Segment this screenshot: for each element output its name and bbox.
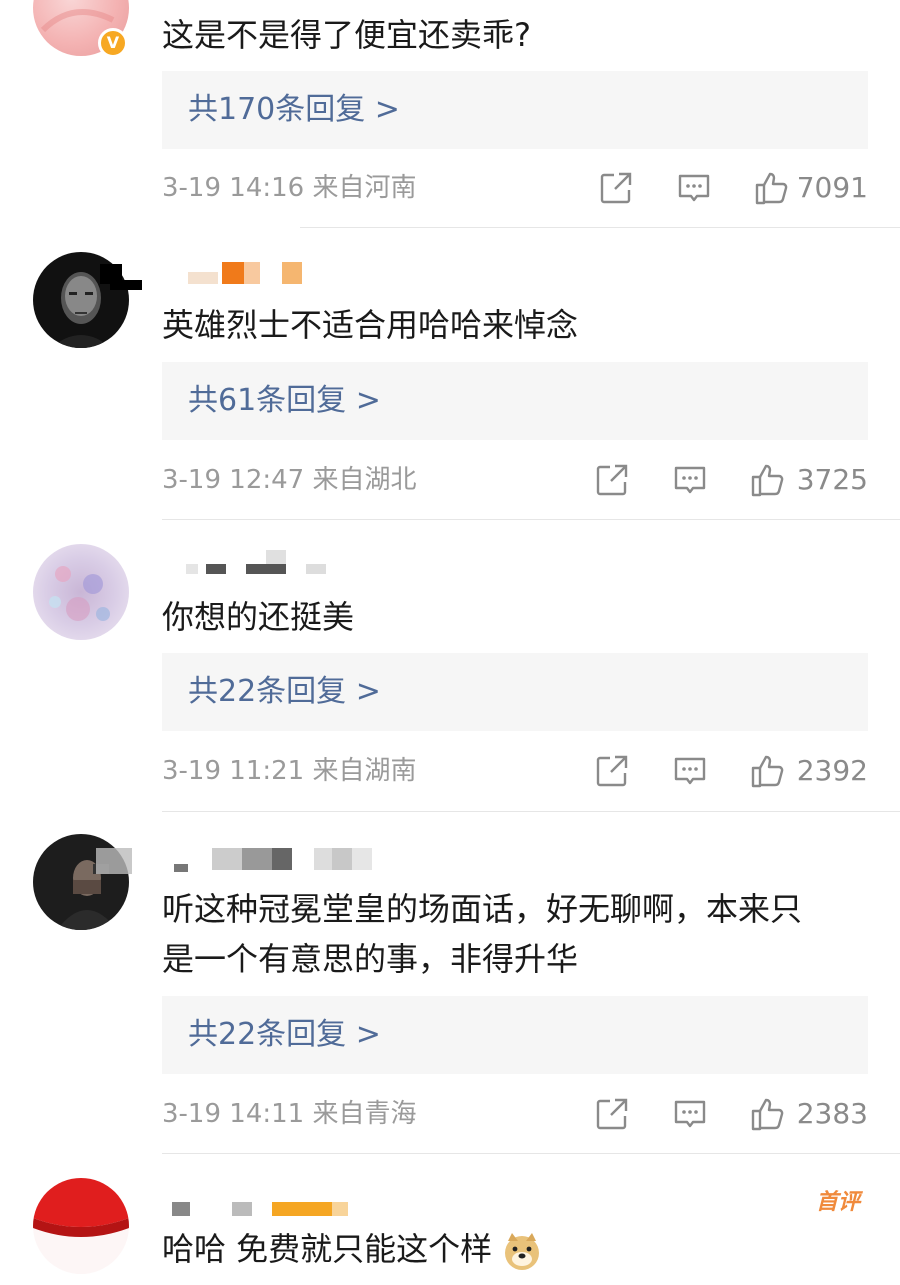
like-count: 7091 xyxy=(796,171,868,204)
comment-item: 听这种冠冕堂皇的场面话，好无聊啊，本来只 是一个有意思的事，非得升华 共22条回… xyxy=(0,812,900,1154)
comment-item: V 这是不是得了便宜还卖乖? 共170条回复 > 3-19 14:16 来自河南… xyxy=(0,0,900,228)
like-count: 2392 xyxy=(796,754,868,787)
username-pixelated[interactable] xyxy=(162,1196,362,1222)
username-pixelated[interactable] xyxy=(162,262,362,288)
comment-text: 哈哈 免费就只能这个样 xyxy=(162,1224,870,1274)
avatar-image xyxy=(49,566,110,621)
thumbs-up-icon[interactable] xyxy=(750,753,786,789)
replies-button[interactable]: 共170条回复 > xyxy=(162,71,868,149)
thumbs-up-icon[interactable] xyxy=(750,462,786,498)
comment-meta: 3-19 11:21 来自湖南 2392 xyxy=(162,751,868,791)
comment-text-line: 是一个有意思的事，非得升华 xyxy=(162,940,579,978)
username-pixelated[interactable] xyxy=(162,550,362,576)
share-icon[interactable] xyxy=(598,170,634,206)
replies-button[interactable]: 共22条回复 > xyxy=(162,653,868,731)
replies-count: 共22条回复 > xyxy=(188,1017,381,1052)
like-count: 3725 xyxy=(796,463,868,496)
share-icon[interactable] xyxy=(594,753,630,789)
replies-count: 共22条回复 > xyxy=(188,674,381,709)
avatar-image xyxy=(33,1178,129,1237)
avatar[interactable] xyxy=(33,1178,129,1274)
verified-badge-icon: V xyxy=(98,28,128,58)
timestamp-location: 3-19 11:21 来自湖南 xyxy=(162,756,417,786)
comment-icon[interactable] xyxy=(676,170,712,206)
comment-text: 听这种冠冕堂皇的场面话，好无聊啊，本来只 是一个有意思的事，非得升华 xyxy=(162,884,870,984)
share-icon[interactable] xyxy=(594,1096,630,1132)
comment-meta: 3-19 14:16 来自河南 7091 xyxy=(162,168,868,208)
comment-icon[interactable] xyxy=(672,462,708,498)
thumbs-up-icon[interactable] xyxy=(750,1096,786,1132)
avatar-overlay xyxy=(110,280,142,290)
replies-button[interactable]: 共61条回复 > xyxy=(162,362,868,440)
timestamp-location: 3-19 12:47 来自湖北 xyxy=(162,465,417,495)
comment-text: 你想的还挺美 xyxy=(162,598,355,636)
comment-item: 英雄烈士不适合用哈哈来悼念 共61条回复 > 3-19 12:47 来自湖北 3… xyxy=(0,228,900,520)
comment-item: 你想的还挺美 共22条回复 > 3-19 11:21 来自湖南 2392 xyxy=(0,520,900,812)
comment-text-line: 听这种冠冕堂皇的场面话，好无聊啊，本来只 xyxy=(162,890,803,928)
comment-icon[interactable] xyxy=(672,1096,708,1132)
avatar-overlay xyxy=(96,848,132,874)
comment-meta: 3-19 12:47 来自湖北 3725 xyxy=(162,460,868,500)
doge-emoji-icon xyxy=(502,1231,542,1271)
timestamp-location: 3-19 14:16 来自河南 xyxy=(162,173,417,203)
comment-icon[interactable] xyxy=(672,753,708,789)
comment-item: 首评 哈哈 免费就只能这个样 xyxy=(0,1154,900,1285)
avatar[interactable] xyxy=(33,544,129,640)
share-icon[interactable] xyxy=(594,462,630,498)
first-comment-badge: 首评 xyxy=(815,1190,860,1215)
like-count: 2383 xyxy=(796,1097,868,1130)
replies-count: 共61条回复 > xyxy=(188,383,381,418)
comment-text: 这是不是得了便宜还卖乖? xyxy=(162,16,531,54)
thumbs-up-icon[interactable] xyxy=(754,170,790,206)
replies-count: 共170条回复 > xyxy=(188,92,400,127)
comment-text: 英雄烈士不适合用哈哈来悼念 xyxy=(162,306,579,344)
timestamp-location: 3-19 14:11 来自青海 xyxy=(162,1099,417,1129)
comment-meta: 3-19 14:11 来自青海 2383 xyxy=(162,1094,868,1134)
replies-button[interactable]: 共22条回复 > xyxy=(162,996,868,1074)
username-pixelated[interactable] xyxy=(162,848,392,874)
